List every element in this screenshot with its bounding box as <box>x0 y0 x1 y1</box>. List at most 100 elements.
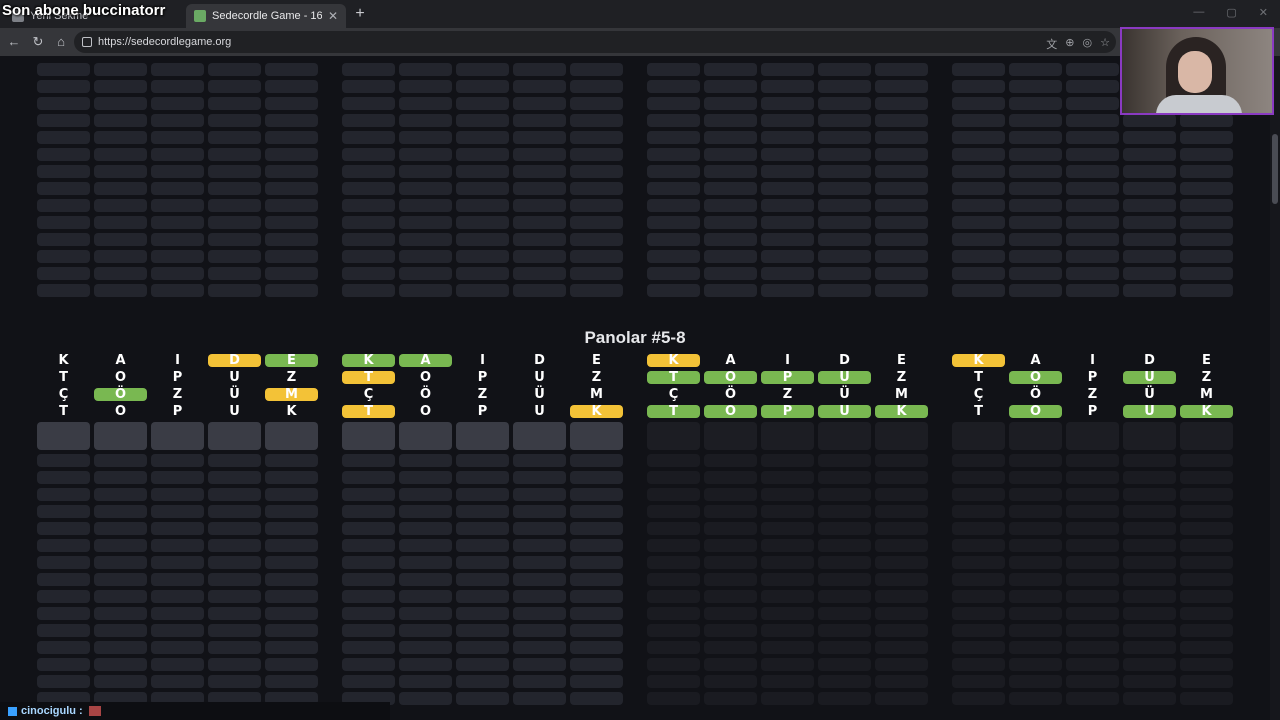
url-input[interactable]: https://sedecordlegame.org <box>74 31 1116 53</box>
extension-icon[interactable]: ◎ <box>1083 36 1093 52</box>
empty-cell <box>513 63 566 76</box>
empty-cell <box>37 80 90 93</box>
empty-cell <box>94 675 147 688</box>
empty-cell <box>1123 692 1176 705</box>
empty-cell <box>456 148 509 161</box>
maximize-icon[interactable]: ▢ <box>1226 6 1236 19</box>
empty-row <box>647 539 929 552</box>
empty-cell <box>647 471 700 484</box>
empty-cell <box>570 573 623 586</box>
empty-cell <box>704 233 757 246</box>
input-cell <box>1180 422 1233 450</box>
empty-cell <box>1123 488 1176 501</box>
input-cell <box>570 422 623 450</box>
empty-row <box>952 199 1234 212</box>
site-info-icon[interactable] <box>82 37 92 47</box>
empty-row <box>37 471 319 484</box>
stream-overlay-text: Son abone buccinatorr <box>2 2 166 19</box>
reload-icon[interactable]: ↻ <box>30 34 46 50</box>
empty-cell <box>570 624 623 637</box>
empty-cell <box>704 641 757 654</box>
empty-cell <box>875 692 928 705</box>
home-icon[interactable]: ⌂ <box>53 34 69 50</box>
empty-cell <box>208 284 261 297</box>
empty-cell <box>265 522 318 535</box>
empty-cell <box>570 233 623 246</box>
empty-cell <box>208 556 261 569</box>
new-tab-button[interactable]: + <box>352 4 368 24</box>
empty-cell <box>1009 658 1062 671</box>
empty-cell <box>1180 199 1233 212</box>
letter-tile: O <box>704 405 757 418</box>
empty-cell <box>513 165 566 178</box>
empty-cell <box>1180 250 1233 263</box>
empty-row <box>37 199 319 212</box>
empty-cell <box>342 182 395 195</box>
empty-row <box>952 284 1234 297</box>
empty-cell <box>1009 556 1062 569</box>
page-scrollbar[interactable] <box>1270 56 1280 720</box>
empty-cell <box>399 63 452 76</box>
empty-cell <box>342 471 395 484</box>
letter-tile: Z <box>286 370 297 385</box>
input-cell <box>151 422 204 450</box>
empty-row <box>952 658 1234 671</box>
empty-row <box>37 641 319 654</box>
empty-cell <box>265 250 318 263</box>
empty-cell <box>37 471 90 484</box>
empty-cell <box>399 454 452 467</box>
empty-cell <box>570 63 623 76</box>
chat-overlay: cinocigulu : <box>0 702 390 720</box>
chat-user-icon <box>8 706 17 716</box>
tab-sedecordle[interactable]: Sedecordle Game - 16 Words Wor ✕ <box>186 4 346 28</box>
url-actions: 文 ⊕ ◎ ☆ <box>1046 36 1110 52</box>
letter-tile: Ç <box>668 387 679 402</box>
empty-cell <box>342 488 395 501</box>
empty-cell <box>1123 284 1176 297</box>
empty-cell <box>570 148 623 161</box>
bookmark-star-icon[interactable]: ☆ <box>1100 36 1110 52</box>
empty-cell <box>151 471 204 484</box>
scrollbar-thumb[interactable] <box>1272 134 1278 204</box>
letter-tile: U <box>818 405 871 418</box>
empty-cell <box>399 267 452 280</box>
close-tab-icon[interactable]: ✕ <box>328 9 338 23</box>
input-cell <box>399 422 452 450</box>
translate-icon[interactable]: 文 <box>1046 36 1057 52</box>
empty-cell <box>208 182 261 195</box>
input-cell <box>456 422 509 450</box>
empty-cell <box>151 488 204 501</box>
empty-cell <box>151 556 204 569</box>
empty-cell <box>513 454 566 467</box>
empty-row <box>952 488 1234 501</box>
empty-cell <box>952 522 1005 535</box>
input-cell <box>704 422 757 450</box>
back-arrow-icon[interactable]: ← <box>6 34 22 50</box>
zoom-icon[interactable]: ⊕ <box>1065 36 1074 52</box>
minimize-icon[interactable]: — <box>1193 6 1204 19</box>
empty-cell <box>37 114 90 127</box>
board-6: KAIDETOPUZÇÖZÜMTOPUK <box>342 354 624 709</box>
empty-cell <box>1180 284 1233 297</box>
empty-row <box>647 658 929 671</box>
empty-cell <box>1180 131 1233 144</box>
empty-cell <box>818 250 871 263</box>
letter-tile: Ç <box>363 387 374 402</box>
empty-cell <box>456 624 509 637</box>
empty-cell <box>704 284 757 297</box>
empty-cell <box>1066 131 1119 144</box>
empty-cell <box>818 165 871 178</box>
empty-cell <box>875 80 928 93</box>
empty-cell <box>761 454 814 467</box>
letter-tile: Z <box>1201 370 1212 385</box>
guess-row: TOPUK <box>342 405 624 418</box>
empty-cell <box>1123 199 1176 212</box>
empty-cell <box>399 148 452 161</box>
close-window-icon[interactable]: ✕ <box>1259 6 1268 19</box>
empty-row <box>952 182 1234 195</box>
letter-tile: P <box>477 404 488 419</box>
empty-cell <box>399 165 452 178</box>
empty-cell <box>570 97 623 110</box>
empty-cell <box>875 641 928 654</box>
empty-cell <box>1066 675 1119 688</box>
